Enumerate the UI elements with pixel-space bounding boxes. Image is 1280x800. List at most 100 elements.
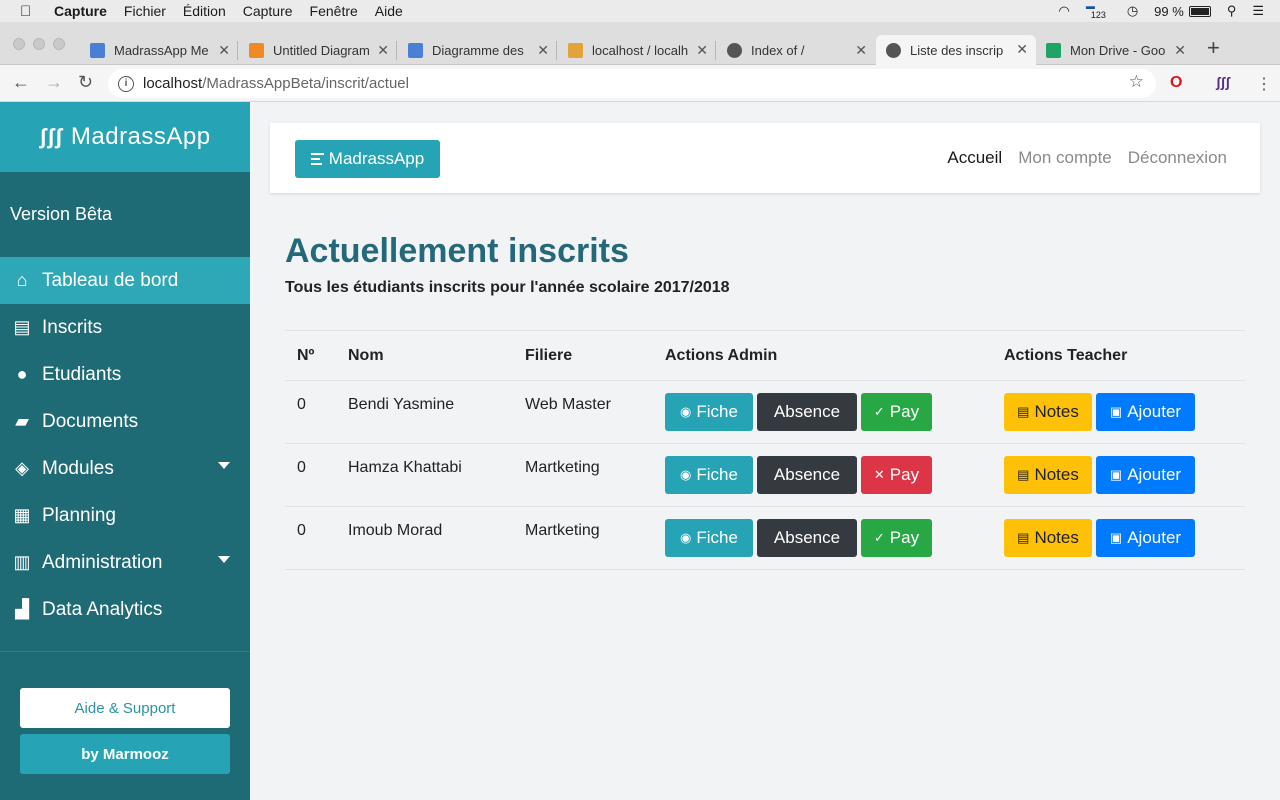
docs-favicon-icon <box>408 43 423 58</box>
zoom-window-button[interactable] <box>53 38 65 50</box>
pay-button[interactable]: ✓ Pay <box>861 393 932 431</box>
close-tab-icon[interactable]: ✕ <box>537 42 549 59</box>
sidebar-item-label: Administration <box>42 551 163 573</box>
col-header-num: Nº <box>285 330 336 381</box>
menu-capture[interactable]: Capture <box>243 3 293 19</box>
menu-aide[interactable]: Aide <box>375 3 403 19</box>
notes-button[interactable]: ▤ Notes <box>1004 456 1092 494</box>
spotlight-search-icon[interactable]: ⚲ <box>1227 3 1237 19</box>
sidebar-item-planning[interactable]: ▦ Planning <box>0 492 250 539</box>
sidebar-item-label: Tableau de bord <box>42 269 179 291</box>
col-header-actions-admin: Actions Admin <box>653 330 992 381</box>
wifi-icon[interactable]: ◠ <box>1058 3 1069 19</box>
top-navbar: MadrassApp Accueil Mon compte Déconnexio… <box>270 123 1260 193</box>
close-tab-icon[interactable]: ✕ <box>696 42 708 59</box>
cell-num: 0 <box>285 506 336 570</box>
cell-nom: Hamza Khattabi <box>336 443 513 507</box>
sidebar-nav: ⌂ Tableau de bord ▤ Inscrits ● Etudiants… <box>0 257 250 633</box>
battery-icon[interactable] <box>1188 5 1211 17</box>
file-add-icon: ▣ <box>1109 404 1123 419</box>
keyboard-layout-icon[interactable]: ▬ 123 <box>1086 2 1111 20</box>
reload-icon[interactable]: ↻ <box>78 72 93 93</box>
col-header-nom: Nom <box>336 330 513 381</box>
menu-app[interactable]: Capture <box>54 3 107 19</box>
pay-button[interactable]: ✕ Pay <box>861 456 932 494</box>
new-tab-icon[interactable]: + <box>1207 35 1220 61</box>
ajouter-button[interactable]: ▣ Ajouter <box>1096 456 1195 494</box>
ajouter-button[interactable]: ▣ Ajouter <box>1096 393 1195 431</box>
notes-button[interactable]: ▤ Notes <box>1004 393 1092 431</box>
by-marmooz-button[interactable]: by Marmooz <box>20 734 230 774</box>
x-icon: ✕ <box>873 467 885 482</box>
forward-arrow-icon[interactable]: → <box>45 72 63 93</box>
fiche-button[interactable]: ◉ Fiche <box>665 393 753 431</box>
url-path: /MadrassAppBeta/inscrit/actuel <box>202 75 409 92</box>
browser-tab[interactable]: MadrassApp Me ✕ <box>80 36 238 65</box>
browser-tab-active[interactable]: Liste des inscrip ✕ <box>876 35 1036 65</box>
help-support-button[interactable]: Aide & Support <box>20 688 230 728</box>
fiche-button[interactable]: ◉ Fiche <box>665 519 753 557</box>
madrassapp-extension-icon[interactable]: ʃʃʃ <box>1216 74 1230 90</box>
fiche-button[interactable]: ◉ Fiche <box>665 456 753 494</box>
sidebar-item-inscrits[interactable]: ▤ Inscrits <box>0 304 250 351</box>
opera-extension-icon[interactable]: O <box>1170 74 1182 92</box>
sidebar-toggle-button[interactable]: MadrassApp <box>295 140 440 178</box>
close-tab-icon[interactable]: ✕ <box>1174 42 1186 59</box>
close-tab-icon[interactable]: ✕ <box>218 42 230 59</box>
browser-tab[interactable]: Untitled Diagram ✕ <box>239 36 397 65</box>
close-tab-icon[interactable]: ✕ <box>377 42 389 59</box>
browser-tab[interactable]: Mon Drive - Goo ✕ <box>1036 36 1194 65</box>
menu-fichier[interactable]: Fichier <box>124 3 166 19</box>
close-tab-icon[interactable]: ✕ <box>1016 41 1028 58</box>
menu-fenetre[interactable]: Fenêtre <box>310 3 358 19</box>
back-arrow-icon[interactable]: ← <box>12 72 30 93</box>
brand-header[interactable]: ʃʃʃ MadrassApp <box>0 102 250 172</box>
browser-tab[interactable]: Diagramme des ✕ <box>398 36 557 65</box>
caret-down-icon[interactable] <box>218 556 230 563</box>
cell-actions-teacher: ▤ Notes ▣ Ajouter <box>992 380 1245 444</box>
notes-button[interactable]: ▤ Notes <box>1004 519 1092 557</box>
sidebar-item-label: Modules <box>42 457 114 479</box>
info-icon[interactable]: i <box>118 75 134 92</box>
page-subtitle: Tous les étudiants inscrits pour l'année… <box>285 279 730 296</box>
check-icon: ✓ <box>873 404 885 419</box>
sidebar-item-tableau-de-bord[interactable]: ⌂ Tableau de bord <box>0 257 250 304</box>
kebab-menu-icon[interactable]: ⋮ <box>1256 74 1272 94</box>
notification-center-icon[interactable]: ☰ <box>1252 3 1264 19</box>
link-deconnexion[interactable]: Déconnexion <box>1128 148 1227 168</box>
home-icon: ⌂ <box>16 270 28 290</box>
cell-filiere: Web Master <box>513 380 653 444</box>
table-row: 0 Imoub Morad Martketing ◉ Fiche Absence ✓ P… <box>285 506 1245 570</box>
file-add-icon: ▣ <box>1109 467 1123 482</box>
sidebar-item-administration[interactable]: ▥ Administration <box>0 539 250 586</box>
address-bar[interactable]: i localhost/MadrassAppBeta/inscrit/actue… <box>108 69 1156 98</box>
browser-tab[interactable]: localhost / localh ✕ <box>558 36 716 65</box>
cell-actions-admin: ◉ Fiche Absence ✕ Pay <box>653 443 992 507</box>
cell-num: 0 <box>285 380 336 444</box>
apple-icon[interactable]:  <box>20 3 38 20</box>
drawio-favicon-icon <box>249 43 264 58</box>
sidebar-item-data-analytics[interactable]: ▟ Data Analytics <box>0 586 250 633</box>
ajouter-button[interactable]: ▣ Ajouter <box>1096 519 1195 557</box>
close-tab-icon[interactable]: ✕ <box>855 42 867 59</box>
close-window-button[interactable] <box>13 38 25 50</box>
time-machine-icon[interactable]: ◷ <box>1127 3 1138 19</box>
minimize-window-button[interactable] <box>33 38 45 50</box>
bookmark-star-icon[interactable]: ☆ <box>1129 72 1144 92</box>
absence-button[interactable]: Absence <box>757 393 857 431</box>
pay-button[interactable]: ✓ Pay <box>861 519 932 557</box>
eye-icon: ◉ <box>680 530 692 545</box>
browser-toolbar: ← → ↻ i localhost/MadrassAppBeta/inscrit… <box>0 65 1280 102</box>
menu-edition[interactable]: Édition <box>183 3 226 19</box>
absence-button[interactable]: Absence <box>757 519 857 557</box>
menu-bars-icon <box>310 150 324 168</box>
sidebar-item-documents[interactable]: ▰ Documents <box>0 398 250 445</box>
absence-button[interactable]: Absence <box>757 456 857 494</box>
link-accueil[interactable]: Accueil <box>947 148 1002 168</box>
link-mon-compte[interactable]: Mon compte <box>1018 148 1112 168</box>
sidebar-item-etudiants[interactable]: ● Etudiants <box>0 351 250 398</box>
browser-tab[interactable]: Index of / ✕ <box>717 36 875 65</box>
caret-down-icon[interactable] <box>218 462 230 469</box>
cell-nom: Bendi Yasmine <box>336 380 513 444</box>
sidebar-item-modules[interactable]: ◈ Modules <box>0 445 250 492</box>
